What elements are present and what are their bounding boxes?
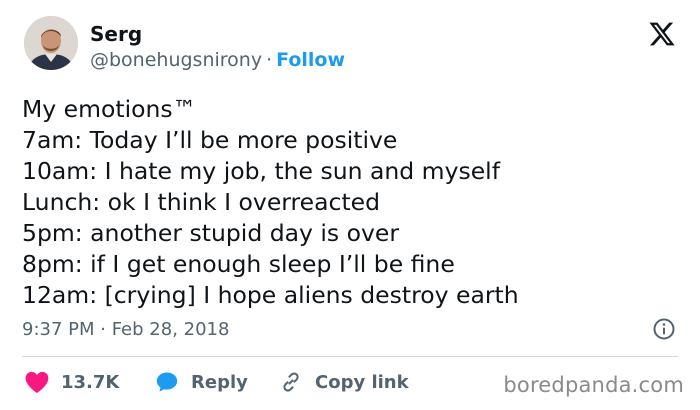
like-count: 13.7K (61, 371, 120, 393)
tweet-line: 7am: Today I’ll be more positive (22, 126, 398, 154)
tweet-text: My emotions™ 7am: Today I’ll be more pos… (22, 94, 678, 311)
tweet-timestamp[interactable]: 9:37 PM · Feb 28, 2018 (22, 319, 229, 340)
reply-label: Reply (191, 371, 248, 393)
tweet-card: Serg @bonehugsnirony · Follow My emotions™… (0, 0, 700, 410)
divider (22, 356, 678, 357)
x-logo-icon[interactable] (648, 20, 676, 48)
author-handle[interactable]: @bonehugsnirony (90, 49, 262, 71)
author-name[interactable]: Serg (90, 22, 142, 46)
follow-button[interactable]: Follow (276, 49, 345, 71)
avatar-image (24, 16, 78, 70)
tweet-line: My emotions™ (22, 95, 197, 123)
avatar[interactable] (24, 16, 78, 70)
tweet-line: 8pm: if I get enough sleep I’ll be fine (22, 250, 455, 278)
link-icon (283, 372, 299, 392)
copy-link-label: Copy link (315, 371, 409, 393)
watermark: boredpanda.com (503, 373, 684, 397)
tweet-line: 10am: I hate my job, the sun and myself (22, 157, 500, 185)
handle-separator: · (266, 49, 273, 71)
info-icon[interactable] (652, 317, 676, 341)
author-handle-row: @bonehugsnirony · Follow (90, 48, 345, 72)
tweet-meta: 9:37 PM · Feb 28, 2018 (22, 317, 678, 343)
tweet-header: Serg @bonehugsnirony · Follow (22, 14, 678, 78)
tweet-line: 12am: [crying] I hope aliens destroy ear… (22, 281, 519, 309)
speech-bubble-icon (156, 372, 178, 392)
heart-icon (25, 371, 49, 394)
like-button[interactable]: 13.7K (24, 367, 119, 397)
reply-button[interactable]: Reply (154, 367, 248, 397)
tweet-line: 5pm: another stupid day is over (22, 219, 400, 247)
tweet-line: Lunch: ok I think I overreacted (22, 188, 381, 216)
copy-link-button[interactable]: Copy link (278, 367, 409, 397)
